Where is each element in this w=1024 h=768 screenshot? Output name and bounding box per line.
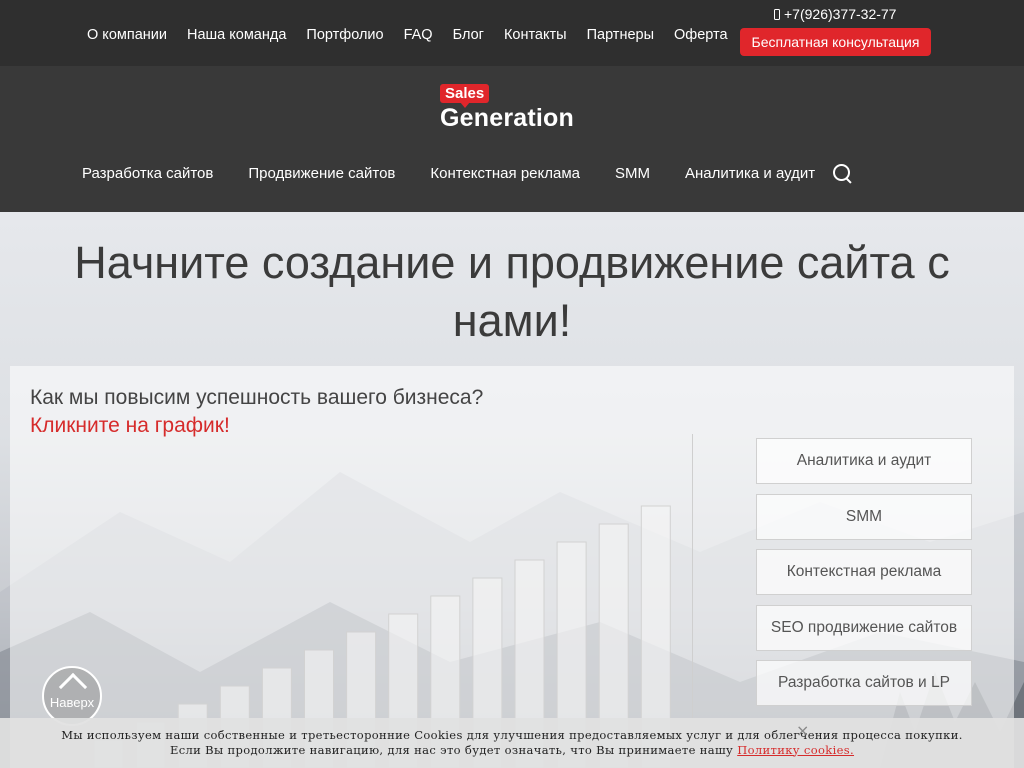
growth-chart[interactable] xyxy=(90,422,710,768)
service-analytics-button[interactable]: Аналитика и аудит xyxy=(756,438,972,484)
free-consultation-button[interactable]: Бесплатная консультация xyxy=(740,28,931,56)
top-bar: О компании Наша команда Портфолио FAQ Бл… xyxy=(0,0,1024,66)
top-nav-partners[interactable]: Партнеры xyxy=(577,27,664,43)
main-nav-seo[interactable]: Продвижение сайтов xyxy=(248,165,395,182)
cookie-text-line2: Если Вы продолжите навигацию, для нас эт… xyxy=(0,743,1024,758)
cookie-policy-link[interactable]: Политику cookies. xyxy=(737,743,854,757)
top-nav-offer[interactable]: Оферта xyxy=(664,27,738,43)
main-header: Sales Generation Разработка сайтов Продв… xyxy=(0,66,1024,212)
main-nav-context-ads[interactable]: Контекстная реклама xyxy=(430,165,580,182)
hero-section: Начните создание и продвижение сайта с н… xyxy=(0,212,1024,768)
top-nav-contacts[interactable]: Контакты xyxy=(494,27,577,43)
top-nav-blog[interactable]: Блог xyxy=(443,27,494,43)
service-web-development-button[interactable]: Разработка сайтов и LP xyxy=(756,660,972,706)
service-smm-button[interactable]: SMM xyxy=(756,493,972,540)
main-nav: Разработка сайтов Продвижение сайтов Кон… xyxy=(82,162,853,184)
main-nav-smm[interactable]: SMM xyxy=(615,165,650,182)
cookie-text-line1: Мы используем наши собственные и третьес… xyxy=(61,728,963,742)
chart-question: Как мы повысим успешность вашего бизнеса… xyxy=(30,386,484,409)
service-context-ads-button[interactable]: Контекстная реклама xyxy=(756,549,972,595)
cookie-text-line2-text: Если Вы продолжите навигацию, для нас эт… xyxy=(169,742,734,757)
service-list: Аналитика и аудит SMM Контекстная реклам… xyxy=(756,438,972,716)
top-nav-team[interactable]: Наша команда xyxy=(177,27,296,43)
logo[interactable]: Sales Generation xyxy=(440,84,590,132)
hero-title: Начните создание и продвижение сайта с н… xyxy=(74,237,950,346)
top-nav-about[interactable]: О компании xyxy=(77,27,177,43)
mobile-phone-icon xyxy=(774,8,780,20)
top-nav-portfolio[interactable]: Портфолио xyxy=(296,27,393,43)
close-icon[interactable]: × xyxy=(796,723,810,739)
top-nav: О компании Наша команда Портфолио FAQ Бл… xyxy=(77,27,738,43)
search-icon[interactable] xyxy=(831,162,853,184)
main-nav-web-development[interactable]: Разработка сайтов xyxy=(82,165,213,182)
cookie-banner: × Мы используем наши собственные и треть… xyxy=(0,718,1024,768)
scroll-to-top-label: Наверх xyxy=(49,695,95,710)
chart-panel: Как мы повысим успешность вашего бизнеса… xyxy=(10,366,1014,768)
phone-number: +7(926)377-32-77 xyxy=(784,6,897,22)
logo-wordmark: Generation xyxy=(440,104,574,132)
phone-link[interactable]: +7(926)377-32-77 xyxy=(774,6,896,22)
logo-badge: Sales xyxy=(440,84,490,108)
main-nav-analytics[interactable]: Аналитика и аудит xyxy=(685,165,815,182)
top-nav-faq[interactable]: FAQ xyxy=(394,27,443,43)
service-seo-button[interactable]: SEO продвижение сайтов xyxy=(756,604,972,651)
scroll-to-top-button[interactable]: Наверх xyxy=(42,666,102,726)
